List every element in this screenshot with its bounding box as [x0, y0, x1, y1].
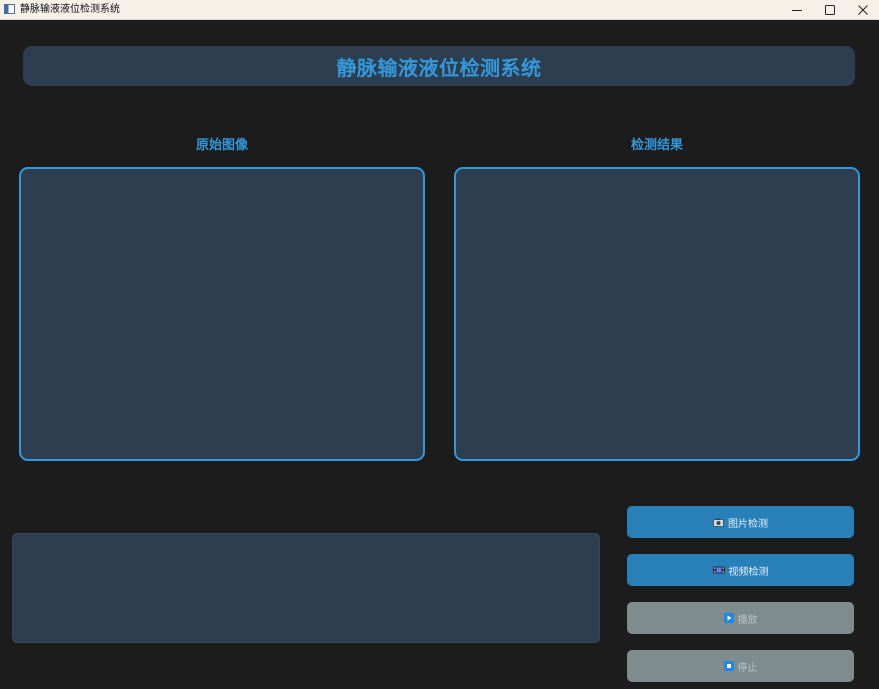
main-window: 静脉输液液位检测系统 原始图像 检测结果 图片检测 视频检测 播放 停止 — [0, 20, 879, 689]
image-detect-label: 图片检测 — [728, 518, 768, 530]
original-image-display — [19, 167, 425, 461]
play-label: 播放 — [737, 614, 758, 626]
header-bar: 静脉输液液位检测系统 — [23, 46, 855, 86]
stop-label: 停止 — [737, 662, 758, 674]
window-title: 静脉输液液位检测系统 — [20, 4, 120, 15]
play-button[interactable]: 播放 — [627, 602, 854, 634]
stop-button[interactable]: 停止 — [627, 650, 854, 682]
page-title: 静脉输液液位检测系统 — [336, 55, 542, 80]
original-image-label: 原始图像 — [195, 138, 248, 153]
minimize-button[interactable] — [780, 0, 813, 19]
camera-icon — [713, 518, 724, 527]
app-icon — [4, 4, 15, 14]
film-icon — [712, 566, 725, 574]
close-icon — [857, 4, 868, 15]
maximize-button[interactable] — [813, 0, 846, 19]
video-detect-label: 视频检测 — [728, 566, 769, 578]
close-button[interactable] — [846, 0, 879, 19]
info-text-area[interactable] — [12, 533, 600, 643]
window-titlebar: 静脉输液液位检测系统 — [0, 0, 879, 20]
detection-result-display — [454, 167, 860, 461]
image-detect-button[interactable]: 图片检测 — [627, 506, 854, 538]
stop-icon — [723, 661, 734, 671]
play-icon — [723, 613, 734, 623]
maximize-icon — [824, 4, 835, 15]
detection-result-label: 检测结果 — [630, 138, 683, 153]
video-detect-button[interactable]: 视频检测 — [627, 554, 854, 586]
minimize-icon — [791, 9, 802, 11]
